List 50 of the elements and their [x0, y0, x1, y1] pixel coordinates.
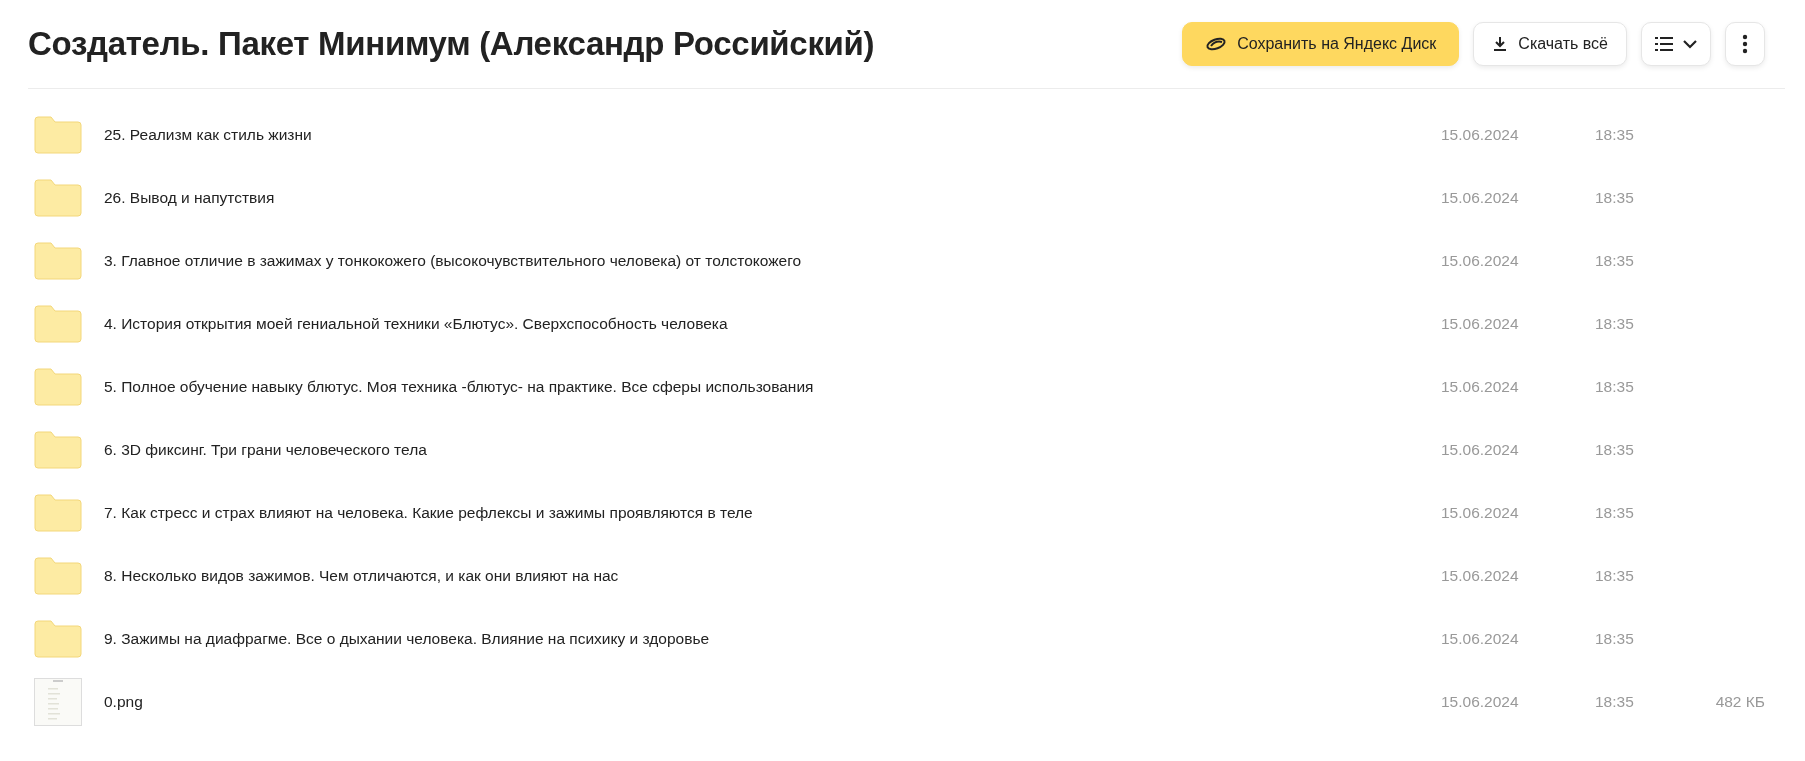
file-name[interactable]: 5. Полное обучение навыку блютус. Моя техника -блютус- на практике. Все сферы использования — [104, 377, 1441, 396]
file-name[interactable]: 7. Как стресс и страх влияют на человека. Какие рефлексы и зажимы проявляются в теле — [104, 503, 1441, 522]
folder-icon — [34, 493, 82, 532]
modified-time: 18:35 — [1595, 125, 1635, 144]
file-name[interactable]: 26. Вывод и напутствия — [104, 188, 1441, 207]
file-name[interactable]: 25. Реализм как стиль жизни — [104, 125, 1441, 144]
modified-date: 15.06.2024 — [1441, 188, 1520, 207]
modified-time: 18:35 — [1595, 629, 1635, 648]
folder-icon — [34, 115, 82, 154]
more-button[interactable] — [1725, 22, 1765, 66]
modified-time: 18:35 — [1595, 692, 1635, 711]
modified-date: 15.06.2024 — [1441, 314, 1520, 333]
save-to-disk-button[interactable]: Сохранить на Яндекс Диск — [1182, 22, 1460, 66]
modified-date: 15.06.2024 — [1441, 251, 1520, 270]
modified-time: 18:35 — [1595, 377, 1635, 396]
file-name[interactable]: 3. Главное отличие в зажимах у тонкокожего (высокочувствительного человека) от толстокожего — [104, 251, 1441, 270]
file-name[interactable]: 0.png — [104, 692, 1441, 711]
modified-date: 15.06.2024 — [1441, 566, 1520, 585]
modified-date: 15.06.2024 — [1441, 377, 1520, 396]
page-title: Создатель. Пакет Минимум (Александр Российский) — [28, 25, 875, 63]
modified-date: 15.06.2024 — [1441, 125, 1520, 144]
modified-time: 18:35 — [1595, 251, 1635, 270]
modified-time: 18:35 — [1595, 566, 1635, 585]
modified-date: 15.06.2024 — [1441, 440, 1520, 459]
modified-date: 15.06.2024 — [1441, 503, 1520, 522]
file-name[interactable]: 4. История открытия моей гениальной техники «Блютус». Сверхспособность человека — [104, 314, 1441, 333]
folder-icon — [34, 178, 82, 217]
list-icon — [1654, 35, 1674, 53]
disk-icon — [1205, 35, 1228, 53]
file-name[interactable]: 9. Зажимы на диафрагме. Все о дыхании человека. Влияние на психику и здоровье — [104, 629, 1441, 648]
modified-time: 18:35 — [1595, 188, 1635, 207]
modified-date: 15.06.2024 — [1441, 629, 1520, 648]
modified-date: 15.06.2024 — [1441, 692, 1520, 711]
folder-icon — [34, 367, 82, 406]
folder-icon — [34, 430, 82, 469]
modified-time: 18:35 — [1595, 503, 1635, 522]
view-mode-button[interactable] — [1641, 22, 1711, 66]
modified-time: 18:35 — [1595, 314, 1635, 333]
folder-icon — [34, 619, 82, 658]
folder-icon — [34, 556, 82, 595]
folder-icon — [34, 304, 82, 343]
download-icon — [1492, 36, 1509, 52]
folder-icon — [34, 241, 82, 280]
file-size: 482 КБ — [1714, 692, 1765, 711]
modified-time: 18:35 — [1595, 440, 1635, 459]
file-name[interactable]: 6. 3D фиксинг. Три грани человеческого тела — [104, 440, 1441, 459]
caret-icon — [1682, 39, 1698, 49]
file-name[interactable]: 8. Несколько видов зажимов. Чем отличаются, и как они влияют на нас — [104, 566, 1441, 585]
more-icon — [1742, 34, 1748, 54]
download-all-button[interactable]: Скачать всё — [1473, 22, 1627, 66]
